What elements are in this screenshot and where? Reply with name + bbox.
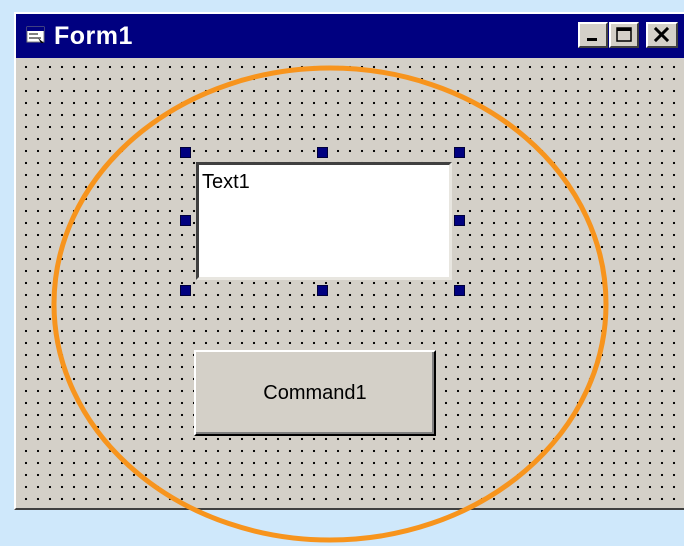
maximize-icon (616, 27, 632, 42)
command-button-label: Command1 (263, 381, 367, 404)
resize-handle-top[interactable] (317, 147, 328, 158)
resize-handle-left[interactable] (180, 215, 191, 226)
window-title: Form1 (54, 22, 133, 50)
resize-handle-bottom-left[interactable] (180, 285, 191, 296)
resize-handle-top-right[interactable] (454, 147, 465, 158)
maximize-button[interactable] (609, 22, 639, 48)
minimize-button[interactable] (578, 22, 608, 48)
close-icon (653, 26, 670, 43)
form-design-grid[interactable]: Text1 Command1 (16, 58, 684, 508)
form-window: Form1 Text1 Command1 (14, 12, 684, 510)
text1-textbox[interactable]: Text1 (196, 162, 452, 280)
close-button[interactable] (646, 22, 678, 48)
resize-handle-bottom-right[interactable] (454, 285, 465, 296)
resize-handle-bottom[interactable] (317, 285, 328, 296)
resize-handle-top-left[interactable] (180, 147, 191, 158)
command1-button[interactable]: Command1 (194, 350, 436, 436)
textbox-text: Text1 (202, 171, 250, 193)
resize-handle-right[interactable] (454, 215, 465, 226)
form-icon (26, 26, 46, 44)
minimize-icon (587, 38, 597, 41)
title-bar[interactable]: Form1 (16, 14, 684, 58)
